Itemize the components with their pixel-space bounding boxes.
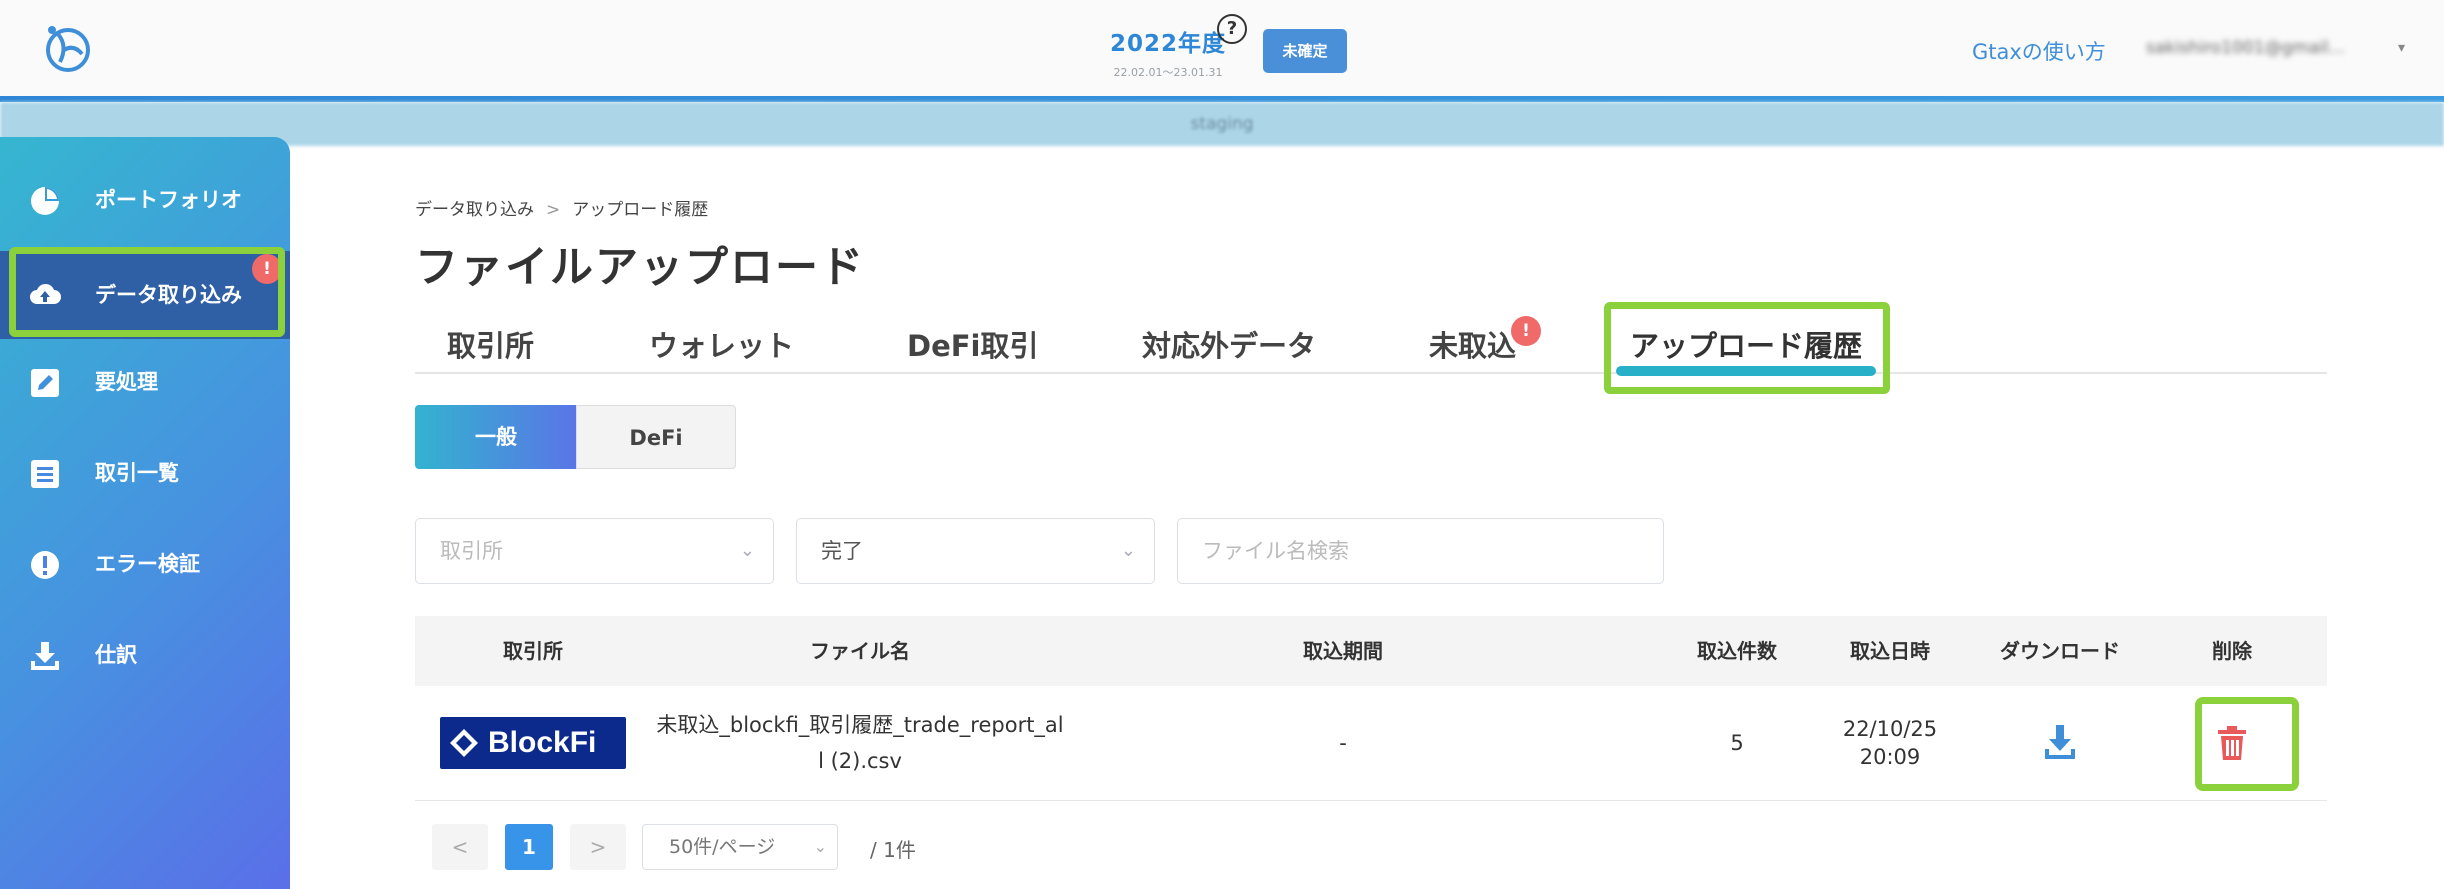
total-count: / 1件 [870,838,916,862]
tab-exchange[interactable]: 取引所 [447,323,534,365]
page-size-select[interactable]: 50件/ページ ⌄ [642,824,838,870]
column-header-date: 取込日時 [1850,639,1930,663]
sidebar-item-label: 仕訳 [95,643,137,667]
blockfi-diamond-icon [450,729,478,757]
sidebar-item-label: エラー検証 [95,552,200,576]
highlight-frame [9,247,285,337]
download-cell [1985,686,2135,800]
fiscal-year-title: 2022年度 [1109,31,1226,57]
tab-unsupported-data[interactable]: 対応外データ [1142,323,1316,365]
column-header-download: ダウンロード [2000,639,2120,663]
sidebar-item-journal[interactable]: 仕訳 [0,615,290,695]
sidebar-item-label: 要処理 [95,370,158,394]
fiscal-year-range: 22.02.01〜23.01.31 [1113,66,1223,79]
help-link[interactable]: Gtaxの使い方 [1972,36,2106,66]
sidebar-item-transactions[interactable]: 取引一覧 [0,433,290,513]
help-question-icon[interactable]: ? [1217,14,1247,44]
sidebar-item-label: 取引一覧 [95,461,179,485]
chevron-down-icon[interactable]: ▾ [2398,40,2405,56]
top-header: 2022年度 22.02.01〜23.01.31 ? 未確定 Gtaxの使い方 … [0,0,2444,98]
breadcrumb-separator: > [546,200,561,220]
tab-wallet[interactable]: ウォレット [649,323,794,365]
highlight-frame [2195,697,2299,791]
column-header-delete: 削除 [2212,639,2252,663]
column-header-period: 取込期間 [1303,639,1383,663]
sidebar-item-needs-action[interactable]: 要処理 [0,342,290,422]
filename-search-input[interactable]: ファイル名検索 [1177,518,1664,584]
breadcrumb: データ取り込み > アップロード履歴 [415,195,708,220]
prev-page-button[interactable]: < [432,824,488,870]
alert-icon [31,551,59,579]
import-time: 20:09 [1859,745,1921,769]
sidebar-item-portfolio[interactable]: ポートフォリオ [0,160,290,240]
page-number-button[interactable]: 1 [505,824,553,870]
chevron-down-icon: ⌄ [739,540,755,561]
tab-defi[interactable]: DeFi取引 [907,323,1039,365]
chevron-down-icon: ⌄ [1120,540,1136,561]
segment-defi-button[interactable]: DeFi [576,405,736,469]
page-size-value: 50件/ページ [669,836,776,858]
import-date: 22/10/25 [1842,717,1938,741]
table-header: 取引所 ファイル名 取込期間 取込件数 取込日時 ダウンロード 削除 [415,616,2327,686]
exchange-select-placeholder: 取引所 [440,539,503,563]
edit-icon [31,369,59,397]
fiscal-year[interactable]: 2022年度 22.02.01〜23.01.31 [1108,24,1228,80]
column-header-exchange: 取引所 [503,639,563,663]
file-name-line: l (2).csv [818,749,902,773]
date-cell: 22/10/25 20:09 [1815,686,1965,800]
list-icon [31,460,59,488]
table-row: BlockFi 未取込_blockfi_取引履歴_trade_report_al… [415,686,2327,801]
file-name-line: 未取込_blockfi_取引履歴_trade_report_al [656,713,1064,737]
column-header-file-name: ファイル名 [810,639,910,663]
account-menu[interactable]: sakishiro1001@gmail... [2146,38,2345,58]
file-name-cell: 未取込_blockfi_取引履歴_trade_report_al l (2).c… [651,686,1069,800]
download-icon[interactable] [2045,725,2075,761]
filename-search-placeholder: ファイル名検索 [1202,539,1349,563]
chevron-down-icon: ⌄ [813,837,827,856]
unconfirmed-status-button[interactable]: 未確定 [1263,29,1347,73]
highlight-frame [1604,302,1890,394]
segment-general-button[interactable]: 一般 [415,405,577,469]
download-icon [31,642,59,670]
tab-alert-badge: ! [1511,316,1541,346]
tab-not-imported[interactable]: 未取込 [1429,323,1516,365]
exchange-select[interactable]: 取引所 ⌄ [415,518,774,584]
status-select[interactable]: 完了 ⌄ [796,518,1155,584]
blockfi-logo-text: BlockFi [488,726,597,759]
breadcrumb-current: アップロード履歴 [572,200,709,220]
staging-banner: staging [0,102,2444,146]
page-title: ファイルアップロード [415,243,865,293]
status-select-value: 完了 [821,539,863,563]
period-cell: - [1339,731,1347,755]
exchange-cell: BlockFi [415,686,651,800]
gtax-logo-icon[interactable] [40,20,96,76]
pie-chart-icon [31,187,59,215]
sidebar-item-error-check[interactable]: エラー検証 [0,524,290,604]
blockfi-logo: BlockFi [440,717,626,769]
next-page-button[interactable]: > [570,824,626,870]
breadcrumb-parent[interactable]: データ取り込み [415,200,534,220]
tabs-divider [415,372,2327,374]
sidebar-item-label: ポートフォリオ [95,188,242,212]
